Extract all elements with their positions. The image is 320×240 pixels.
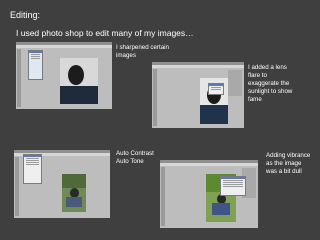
caption-auto: Auto Contrast Auto Tone [116,150,154,166]
options-bar [160,163,258,166]
photoshop-screenshot-lens-flare [152,62,244,128]
caption-line: as the image [266,160,302,167]
photoshop-screenshot-sharpen [16,42,112,109]
caption-line: was a bit dull [266,168,302,175]
tools-panel [17,49,21,107]
caption-line: I added a lens [248,64,287,71]
image-menu [23,154,42,184]
caption-line: Adding vibrance [266,152,311,159]
caption-line: images [116,52,136,59]
portrait-photo [60,58,98,104]
caption-line: Auto Tone [116,158,144,165]
options-bar [16,45,112,48]
photoshop-screenshot-auto [14,150,110,218]
options-bar [152,65,244,68]
caption-line: exaggerate the [248,80,290,87]
page-subtitle: I used photo shop to edit many of my ima… [16,28,194,38]
caption-line: Auto Contrast [116,150,154,157]
caption-sharpen: I sharpened certain images [116,44,169,60]
tools-panel [161,167,165,226]
tools-panel [15,157,19,216]
caption-line: fame [248,96,262,103]
lens-flare-dialog [208,83,224,95]
filter-dialog [28,50,43,80]
caption-line: sunlight to show [248,88,293,95]
caption-lens-flare: I added a lens flare to exaggerate the s… [248,64,292,104]
photoshop-screenshot-vibrance [160,160,258,228]
caption-line: flare to [248,72,267,79]
layers-panel [228,70,242,96]
tools-panel [153,69,157,126]
caption-line: I sharpened certain [116,44,169,51]
page-title: Editing: [10,10,41,20]
vibrance-dialog [220,176,246,196]
caption-vibrance: Adding vibrance as the image was a bit d… [266,152,310,176]
seated-photo [62,174,86,212]
